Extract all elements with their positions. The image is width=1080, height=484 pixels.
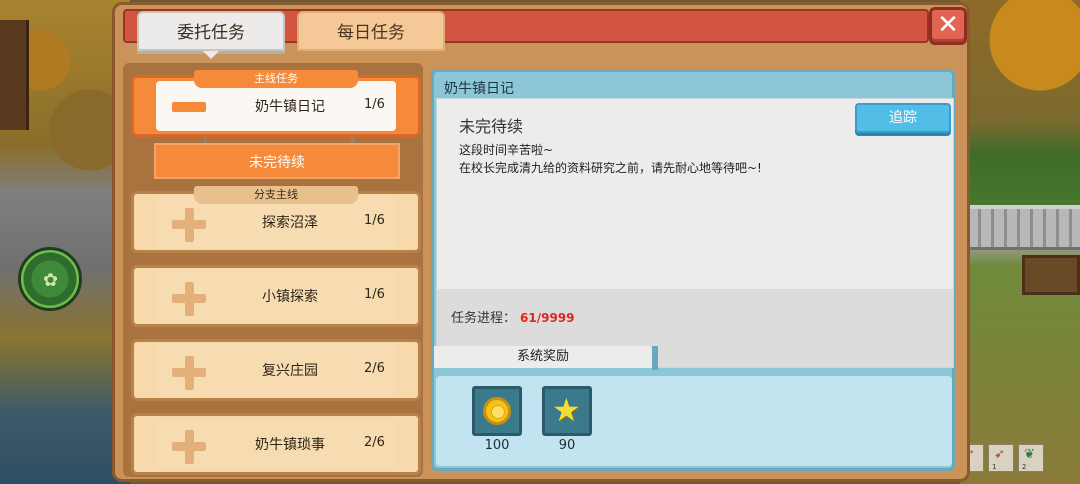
quest-list: 主线任务 奶牛镇日记 1/6 未完待续 分支主线 探索沼泽 1/6 小镇探索 1… (123, 63, 423, 477)
coin-icon (483, 397, 511, 425)
quest-progress: 1/6 (364, 97, 385, 112)
quest-name: 奶牛镇琐事 (255, 437, 325, 453)
joystick-button[interactable]: ✿ (18, 247, 82, 311)
plus-icon (172, 356, 206, 390)
star-icon: ★ (552, 391, 581, 429)
quest-status-heading: 未完待续 (459, 117, 524, 136)
quest-progress: 1/6 (364, 287, 385, 302)
background-fence (968, 205, 1080, 250)
hotbar-item[interactable]: ❦ 2 (1018, 444, 1044, 472)
quest-name: 探索沼泽 (262, 215, 318, 231)
section-label-main: 主线任务 (194, 70, 358, 88)
quest-item-branch[interactable]: 奶牛镇琐事 2/6 (131, 413, 421, 475)
quest-progress: 1/6 (364, 213, 385, 228)
reward-count: 90 (558, 438, 576, 453)
quest-progress: 2/6 (364, 361, 385, 376)
hotbar: ➶ 3 ➶ 1 ❦ 2 (958, 444, 1044, 472)
quest-name: 奶牛镇日记 (255, 99, 325, 115)
reward-tab: 系统奖励 (434, 346, 652, 368)
quest-detail-panel: 奶牛镇日记 未完待续 这段时间辛苦啦~ 在校长完成清九给的资料研究之前，请先耐心… (431, 69, 955, 471)
tab-commission[interactable]: 委托任务 (137, 11, 285, 51)
plus-icon (172, 208, 206, 242)
quest-description-line: 这段时间辛苦啦~ (459, 143, 554, 157)
progress-label: 任务进程： (451, 311, 517, 326)
quest-item-main[interactable]: 主线任务 奶牛镇日记 1/6 (131, 70, 421, 137)
quest-item-branch[interactable]: 分支主线 探索沼泽 1/6 (131, 186, 421, 253)
plus-icon (172, 282, 206, 316)
tab-daily[interactable]: 每日任务 (297, 11, 445, 51)
detail-body: 未完待续 这段时间辛苦啦~ 在校长完成清九给的资料研究之前，请先耐心地等待吧~!… (436, 98, 954, 368)
feather-icon: ➶ (994, 447, 1005, 462)
detail-title: 奶牛镇日记 (444, 81, 514, 97)
hotbar-item[interactable]: ➶ 1 (988, 444, 1014, 472)
minus-icon (172, 102, 206, 112)
joystick-icon: ✿ (43, 270, 59, 291)
background-house (0, 20, 29, 130)
reward-area: 100 ★ 90 (436, 376, 952, 466)
quest-name: 小镇探索 (262, 289, 318, 305)
close-button[interactable]: ✕ (929, 7, 967, 45)
quest-item-branch[interactable]: 小镇探索 1/6 (131, 265, 421, 327)
track-button[interactable]: 追踪 (855, 103, 951, 133)
reward-tab-edge (652, 346, 658, 370)
reward-count: 100 (484, 438, 510, 453)
leaf-icon: ❦ (1024, 447, 1035, 462)
quest-substatus[interactable]: 未完待续 (154, 143, 400, 179)
quest-item-branch[interactable]: 复兴庄园 2/6 (131, 339, 421, 401)
reward-slot-star[interactable]: ★ (542, 386, 592, 436)
reward-slot-coin[interactable] (472, 386, 522, 436)
quest-progress: 2/6 (364, 435, 385, 450)
tab-pointer (203, 51, 219, 59)
quest-name: 复兴庄园 (262, 363, 318, 379)
progress-value: 61/9999 (520, 311, 575, 325)
plus-icon (172, 430, 206, 464)
quest-description-line: 在校长完成清九给的资料研究之前，请先耐心地等待吧~! (459, 161, 762, 175)
close-icon: ✕ (937, 10, 959, 40)
quest-window: 委托任务 每日任务 ✕ 主线任务 奶牛镇日记 1/6 未完待续 分支主线 探索沼… (112, 2, 970, 482)
background-flowerbed (1022, 255, 1080, 295)
progress-row: 任务进程： 61/9999 (451, 307, 575, 326)
section-label-branch: 分支主线 (194, 186, 358, 204)
